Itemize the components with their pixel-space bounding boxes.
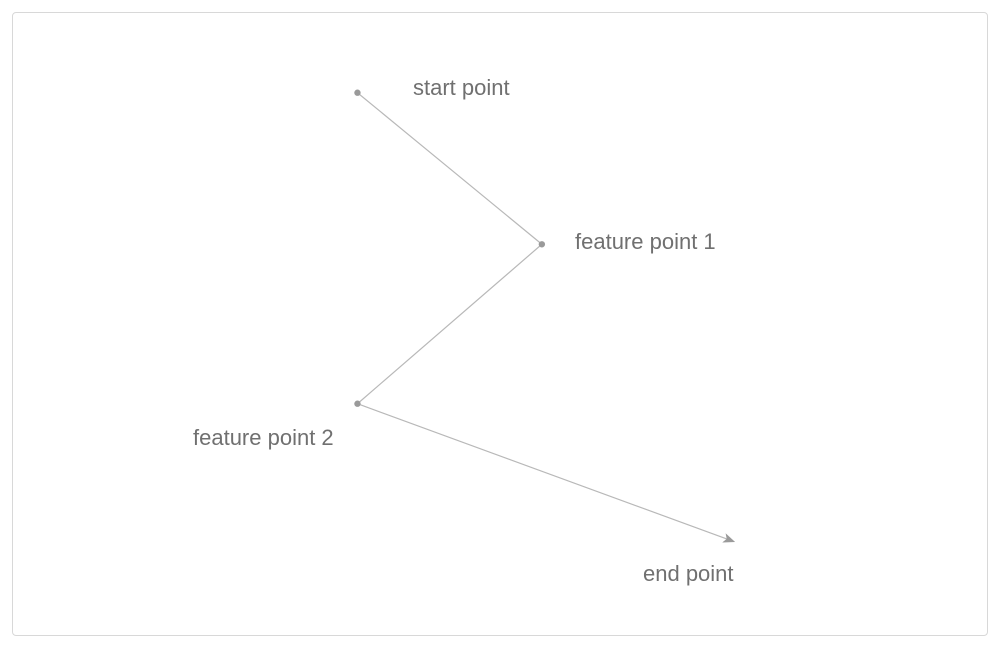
feature-point-2-label: feature point 2 [193, 425, 334, 451]
segment-start-feature1 [357, 93, 541, 245]
diagram-frame: start point feature point 1 feature poin… [12, 12, 988, 636]
segment-feature1-feature2 [357, 244, 541, 403]
segments-group [357, 93, 733, 542]
diagram-svg [13, 13, 987, 635]
points-group [354, 90, 545, 407]
segment-feature2-end [357, 404, 733, 542]
feature1-point-dot [539, 241, 545, 247]
feature-point-1-label: feature point 1 [575, 229, 716, 255]
start-point-dot [354, 90, 360, 96]
end-point-label: end point [643, 561, 734, 587]
start-point-label: start point [413, 75, 510, 101]
feature2-point-dot [354, 401, 360, 407]
